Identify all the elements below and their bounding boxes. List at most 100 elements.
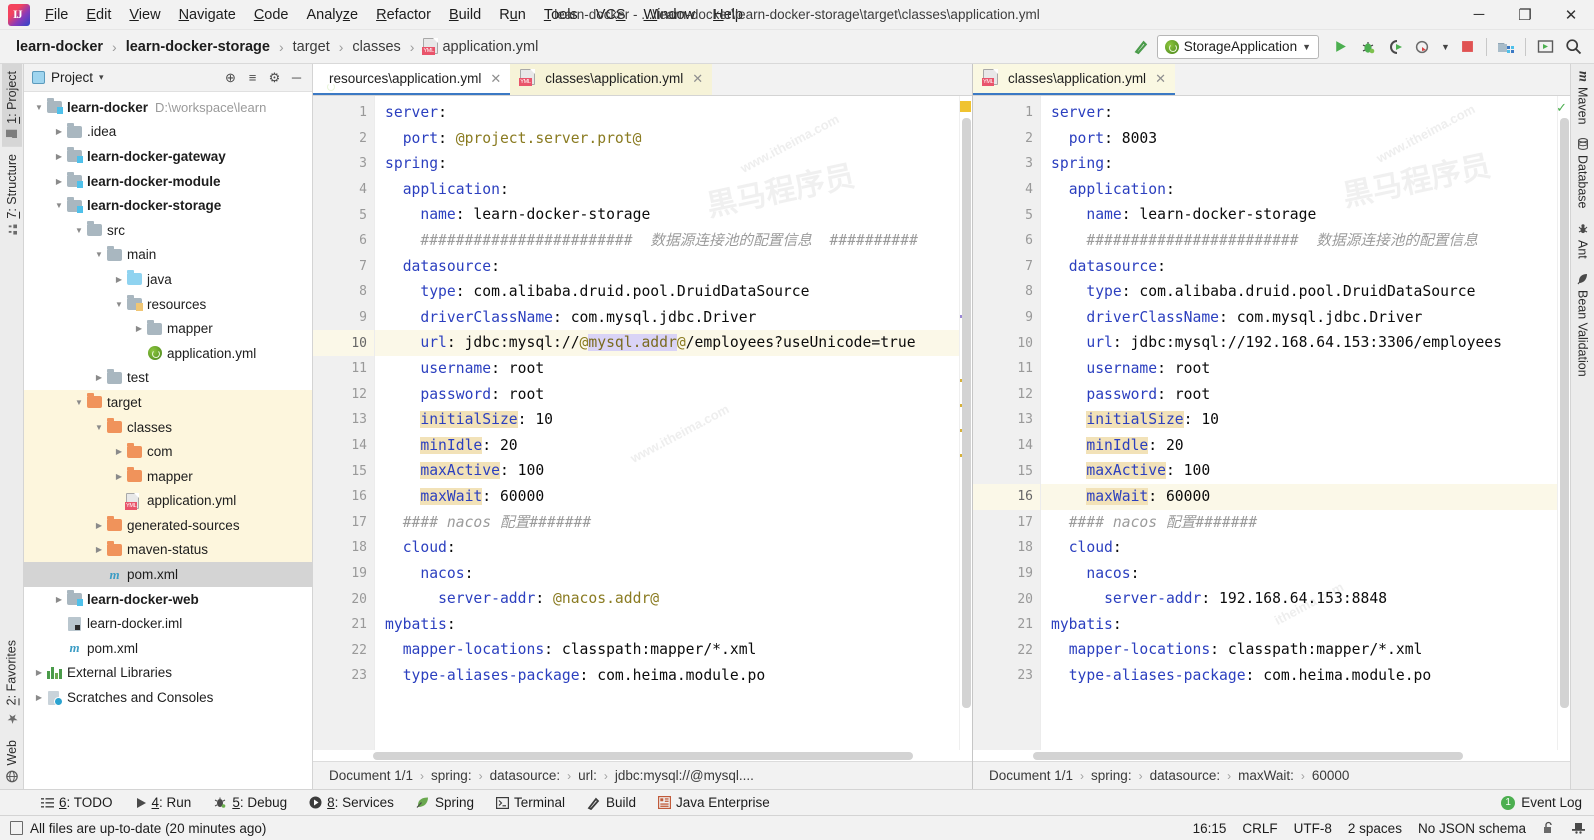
tree-node-external-libraries[interactable]: ▶External Libraries: [24, 661, 312, 686]
tree-node-learn-docker-iml[interactable]: learn-docker.iml: [24, 611, 312, 636]
line-number[interactable]: 11: [313, 356, 374, 382]
maximize-button[interactable]: ❐: [1502, 0, 1548, 30]
line-number[interactable]: 16: [973, 484, 1040, 510]
code-line[interactable]: nacos:: [1041, 561, 1557, 587]
line-number[interactable]: 1: [973, 100, 1040, 126]
line-number[interactable]: 10: [313, 330, 374, 356]
tree-node-mapper[interactable]: ▶mapper: [24, 316, 312, 341]
line-number[interactable]: 9: [313, 305, 374, 331]
code-line[interactable]: minIdle: 20: [375, 433, 959, 459]
code-line[interactable]: type: com.alibaba.druid.pool.DruidDataSo…: [1041, 279, 1557, 305]
line-number[interactable]: 19: [313, 561, 374, 587]
inspector-hat-icon[interactable]: [1571, 821, 1586, 835]
tool-window-tab-bean-validation[interactable]: Bean Validation: [1573, 266, 1593, 384]
editor-breadcrumb-item-1[interactable]: spring:: [431, 768, 472, 783]
chevron-down-icon[interactable]: ▼: [72, 226, 86, 235]
tree-node-pom-xml[interactable]: mpom.xml: [24, 562, 312, 587]
tree-node-classes[interactable]: ▼classes: [24, 415, 312, 440]
line-number[interactable]: 20: [973, 586, 1040, 612]
line-number[interactable]: 9: [973, 305, 1040, 331]
code-line[interactable]: type-aliases-package: com.heima.module.p…: [1041, 663, 1557, 689]
project-structure-icon[interactable]: [1493, 34, 1519, 60]
code-line[interactable]: minIdle: 20: [1041, 433, 1557, 459]
code-line[interactable]: application:: [375, 177, 959, 203]
line-number[interactable]: 14: [313, 433, 374, 459]
gutter-left[interactable]: 1234567891011121314151617181920212223: [313, 96, 375, 750]
horizontal-scrollbar-right[interactable]: [973, 750, 1570, 761]
menu-code[interactable]: Code: [245, 4, 298, 26]
updates-icon[interactable]: [1532, 34, 1558, 60]
editor-breadcrumb-right[interactable]: Document 1/1›spring:›datasource:›maxWait…: [973, 761, 1570, 789]
line-number[interactable]: 13: [973, 407, 1040, 433]
tree-node-application-yml[interactable]: YMLapplication.yml: [24, 489, 312, 514]
code-line[interactable]: url: jdbc:mysql://192.168.64.153:3306/em…: [1041, 330, 1557, 356]
code-line[interactable]: maxActive: 100: [1041, 458, 1557, 484]
editor-tab-1[interactable]: YMLclasses\application.yml✕: [510, 64, 712, 95]
editor-breadcrumb-item-4[interactable]: 60000: [1312, 768, 1350, 783]
code-line[interactable]: #### nacos 配置#######: [1041, 510, 1557, 536]
code-line[interactable]: username: root: [1041, 356, 1557, 382]
horizontal-scrollbar-left[interactable]: [313, 750, 972, 761]
chevron-right-icon[interactable]: ▶: [32, 693, 46, 702]
code-line[interactable]: name: learn-docker-storage: [1041, 202, 1557, 228]
close-button[interactable]: ✕: [1548, 0, 1594, 30]
line-number[interactable]: 14: [973, 433, 1040, 459]
tool-window-tab-database[interactable]: Database: [1573, 131, 1593, 216]
breadcrumb-item-0[interactable]: learn-docker: [14, 37, 105, 57]
tree-node-learn-docker-storage[interactable]: ▼learn-docker-storage: [24, 193, 312, 218]
chevron-right-icon[interactable]: ▶: [52, 152, 66, 161]
line-number[interactable]: 15: [313, 458, 374, 484]
editor-tabs-left[interactable]: resources\application.yml✕YMLclasses\app…: [313, 64, 972, 96]
editor-breadcrumb-item-1[interactable]: spring:: [1091, 768, 1132, 783]
code-line[interactable]: maxWait: 60000: [1041, 484, 1557, 510]
menu-run[interactable]: Run: [490, 4, 535, 26]
code-line[interactable]: port: 8003: [1041, 126, 1557, 152]
event-log-button[interactable]: 1 Event Log: [1501, 795, 1594, 810]
line-number[interactable]: 7: [313, 254, 374, 280]
chevron-down-icon[interactable]: ▼: [32, 103, 46, 112]
tool-window-button-terminal[interactable]: Terminal: [485, 793, 576, 812]
code-line[interactable]: driverClassName: com.mysql.jdbc.Driver: [1041, 305, 1557, 331]
chevron-right-icon[interactable]: ▶: [112, 447, 126, 456]
code-line[interactable]: spring:: [375, 151, 959, 177]
close-icon[interactable]: ✕: [1155, 71, 1166, 87]
code-line[interactable]: mybatis:: [375, 612, 959, 638]
tool-window-tab-project[interactable]: 1: Project: [2, 64, 22, 147]
line-number[interactable]: 18: [313, 535, 374, 561]
chevron-right-icon[interactable]: ▶: [52, 177, 66, 186]
code-line[interactable]: server:: [375, 100, 959, 126]
menu-help[interactable]: Help: [704, 4, 752, 26]
code-line[interactable]: type: com.alibaba.druid.pool.DruidDataSo…: [375, 279, 959, 305]
debug-icon[interactable]: [1355, 34, 1381, 60]
line-number[interactable]: 23: [313, 663, 374, 689]
chevron-right-icon[interactable]: ▶: [92, 373, 106, 382]
line-number[interactable]: 12: [973, 382, 1040, 408]
settings-gear-icon[interactable]: ⚙: [265, 68, 284, 87]
chevron-down-icon[interactable]: ▼: [72, 398, 86, 407]
marker-bar-left[interactable]: [959, 96, 972, 750]
line-number[interactable]: 18: [973, 535, 1040, 561]
tool-window-button-4-run[interactable]: 4: Run: [124, 793, 203, 812]
line-number[interactable]: 17: [973, 510, 1040, 536]
code-line[interactable]: name: learn-docker-storage: [375, 202, 959, 228]
code-line[interactable]: cloud:: [375, 535, 959, 561]
tree-node-resources[interactable]: ▼resources: [24, 292, 312, 317]
code-text-left[interactable]: 黒马程序员 www.itheima.com www.itheima.com se…: [375, 96, 959, 750]
code-line[interactable]: password: root: [1041, 382, 1557, 408]
code-line[interactable]: ######################## 数据源连接池的配置信息: [1041, 228, 1557, 254]
tool-window-button-build[interactable]: Build: [576, 793, 647, 812]
line-number[interactable]: 2: [313, 126, 374, 152]
menu-edit[interactable]: Edit: [77, 4, 120, 26]
code-line[interactable]: server-addr: 192.168.64.153:8848: [1041, 586, 1557, 612]
code-line[interactable]: spring:: [1041, 151, 1557, 177]
code-line[interactable]: server:: [1041, 100, 1557, 126]
tree-node-src[interactable]: ▼src: [24, 218, 312, 243]
code-line[interactable]: port: @project.server.prot@: [375, 126, 959, 152]
code-line[interactable]: type-aliases-package: com.heima.module.p…: [375, 663, 959, 689]
tree-node-scratches-and-consoles[interactable]: ▶Scratches and Consoles: [24, 685, 312, 710]
line-number[interactable]: 10: [973, 330, 1040, 356]
line-number[interactable]: 20: [313, 586, 374, 612]
breadcrumb[interactable]: learn-docker›learn-docker-storage›target…: [14, 36, 540, 57]
tree-node-learn-docker[interactable]: ▼learn-dockerD:\workspace\learn: [24, 95, 312, 120]
code-line[interactable]: #### nacos 配置#######: [375, 510, 959, 536]
